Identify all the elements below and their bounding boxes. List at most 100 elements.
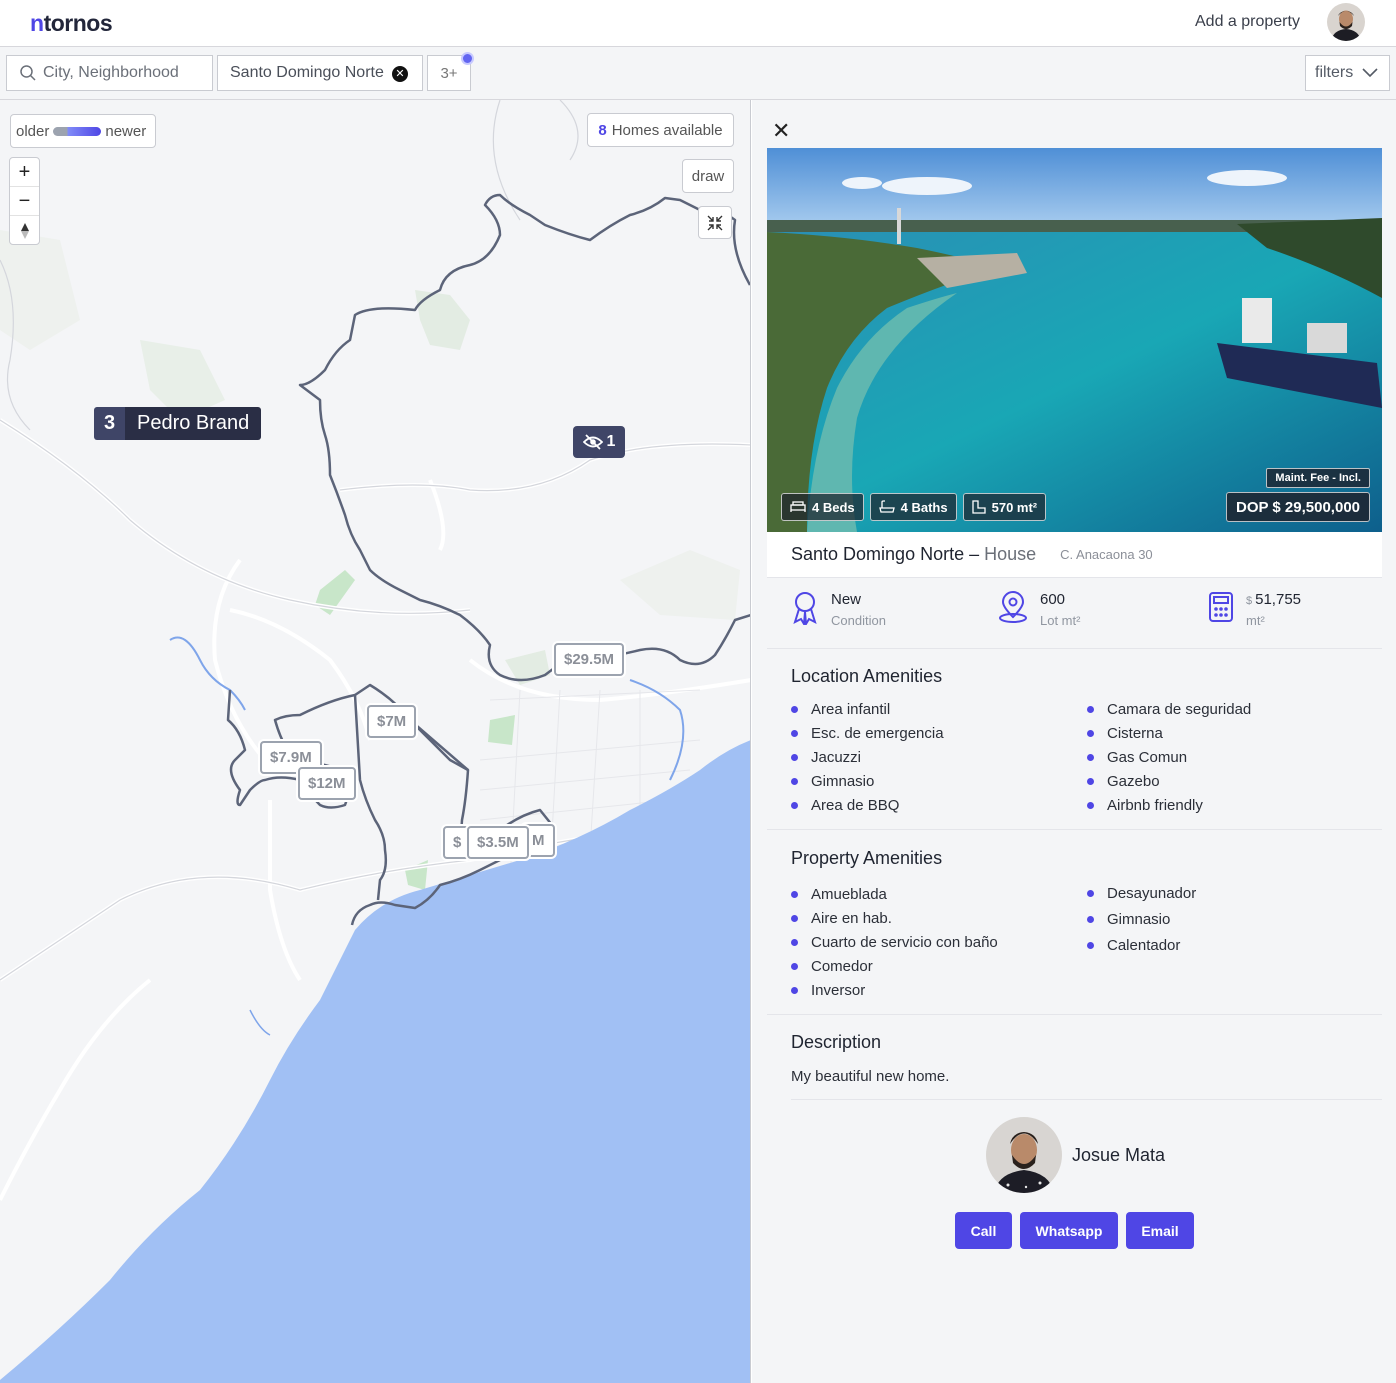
list-item: Airbnb friendly bbox=[1087, 793, 1251, 817]
region-count: 3 bbox=[94, 407, 125, 440]
property-location: Santo Domingo Norte bbox=[791, 544, 965, 564]
calculator-icon bbox=[1209, 592, 1233, 622]
property-type: House bbox=[984, 544, 1037, 564]
homes-count: 8 bbox=[598, 121, 607, 139]
list-item: Area de BBQ bbox=[791, 793, 944, 817]
beds-badge: 4 Beds bbox=[781, 493, 864, 521]
ppm-currency: $ bbox=[1246, 595, 1253, 607]
list-item: Camara de seguridad bbox=[1087, 697, 1251, 721]
logo[interactable]: ntornos bbox=[30, 10, 113, 37]
property-stats: New Condition 600 Lot mt² $51,755 mt² bbox=[767, 579, 1382, 649]
list-item: Gimnasio bbox=[791, 769, 944, 793]
area-icon bbox=[971, 500, 986, 514]
list-item: Esc. de emergencia bbox=[791, 721, 944, 745]
close-panel-button[interactable]: ✕ bbox=[772, 118, 790, 144]
property-address: C. Anacaona 30 bbox=[1060, 547, 1153, 562]
area-badge: 570 mt² bbox=[962, 493, 1047, 521]
user-avatar[interactable] bbox=[1327, 3, 1365, 41]
collapse-icon bbox=[707, 215, 723, 230]
add-property-link[interactable]: Add a property bbox=[1195, 13, 1300, 31]
list-item: Cuarto de servicio con baño bbox=[791, 930, 998, 954]
list-item: Gimnasio bbox=[1087, 906, 1196, 932]
list-item: Desayunador bbox=[1087, 880, 1196, 906]
draw-button[interactable]: draw bbox=[682, 159, 734, 193]
list-item: Gas Comun bbox=[1087, 745, 1251, 769]
list-item: Jacuzzi bbox=[791, 745, 944, 769]
compass-button[interactable] bbox=[10, 216, 39, 245]
award-icon bbox=[793, 592, 817, 625]
collapse-map-button[interactable] bbox=[698, 206, 732, 239]
search-bar: Santo Domingo Norte ✕ 3+ filters bbox=[0, 47, 1396, 100]
title-separator: – bbox=[969, 544, 980, 564]
toggle-older-label: older bbox=[16, 122, 50, 140]
toggle-newer-label: newer bbox=[105, 122, 147, 140]
price-pin[interactable]: $12M bbox=[298, 767, 356, 800]
price-per-meter-stat: $51,755 mt² bbox=[1208, 591, 1301, 628]
list-item: Amueblada bbox=[791, 882, 998, 906]
list-item: Area infantil bbox=[791, 697, 944, 721]
time-toggle[interactable]: older newer bbox=[10, 114, 156, 148]
zoom-out-button[interactable]: − bbox=[10, 187, 39, 216]
search-box[interactable] bbox=[6, 55, 213, 91]
location-amenities-list-right: Camara de seguridad Cisterna Gas Comun G… bbox=[1087, 697, 1251, 817]
plus-icon: + bbox=[18, 160, 31, 183]
zoom-in-button[interactable]: + bbox=[10, 158, 39, 187]
eye-off-icon bbox=[582, 434, 603, 450]
search-input[interactable] bbox=[43, 64, 203, 82]
bath-icon bbox=[878, 500, 895, 513]
description-text: My beautiful new home. bbox=[791, 1068, 950, 1085]
property-features-badges: 4 Beds 4 Baths 570 mt² bbox=[781, 493, 1047, 521]
list-item: Gazebo bbox=[1087, 769, 1251, 793]
price-pin[interactable]: $29.5M bbox=[554, 643, 625, 676]
map-canvas[interactable] bbox=[0, 100, 751, 1383]
location-amenities-title: Location Amenities bbox=[791, 666, 943, 686]
whatsapp-button[interactable]: Whatsapp bbox=[1020, 1212, 1118, 1249]
list-item: Aire en hab. bbox=[791, 906, 998, 930]
condition-stat: New Condition bbox=[791, 591, 886, 628]
property-amenities-section: Property Amenities Amueblada Aire en hab… bbox=[767, 830, 1382, 1015]
map-pin-icon bbox=[999, 591, 1027, 623]
ppm-value: 51,755 bbox=[1255, 591, 1302, 608]
property-amenities-list-right: Desayunador Gimnasio Calentador bbox=[1087, 880, 1196, 958]
baths-badge: 4 Baths bbox=[869, 493, 957, 521]
location-chip-label: Santo Domingo Norte bbox=[230, 64, 384, 81]
minus-icon: − bbox=[18, 189, 31, 212]
location-chip[interactable]: Santo Domingo Norte ✕ bbox=[217, 55, 423, 91]
call-button[interactable]: Call bbox=[955, 1212, 1012, 1249]
list-item: Comedor bbox=[791, 954, 998, 978]
close-icon: ✕ bbox=[772, 118, 791, 143]
close-icon[interactable]: ✕ bbox=[392, 66, 408, 82]
time-slider[interactable] bbox=[53, 126, 102, 136]
list-item: Inversor bbox=[791, 978, 998, 1002]
chevron-down-icon bbox=[1362, 68, 1378, 78]
maintenance-fee-badge: Maint. Fee - Incl. bbox=[1266, 468, 1370, 488]
region-name: Pedro Brand bbox=[125, 407, 262, 440]
map-view[interactable]: older newer 8 Homes available + − draw 3… bbox=[0, 100, 751, 1383]
property-photo[interactable]: 4 Beds 4 Baths 570 mt² Maint. Fee - Incl… bbox=[767, 148, 1382, 532]
notification-dot bbox=[461, 52, 474, 65]
region-cluster-label[interactable]: 3 Pedro Brand bbox=[94, 407, 262, 440]
top-bar: ntornos Add a property bbox=[0, 0, 1396, 47]
email-button[interactable]: Email bbox=[1126, 1212, 1194, 1249]
homes-label: Homes available bbox=[611, 121, 723, 139]
list-item: Cisterna bbox=[1087, 721, 1251, 745]
property-amenities-title: Property Amenities bbox=[791, 848, 943, 868]
price-pin[interactable]: $3.5M bbox=[467, 826, 529, 859]
location-amenities-list-left: Area infantil Esc. de emergencia Jacuzzi… bbox=[791, 697, 944, 817]
bed-icon bbox=[790, 501, 806, 512]
property-amenities-list-left: Amueblada Aire en hab. Cuarto de servici… bbox=[791, 882, 998, 1002]
description-title: Description bbox=[791, 1032, 882, 1052]
location-amenities-section: Location Amenities Area infantil Esc. de… bbox=[767, 649, 1382, 830]
hidden-listings-badge[interactable]: 1 bbox=[573, 426, 625, 458]
description-section: Description My beautiful new home. bbox=[791, 1015, 1382, 1100]
property-title-row: Santo Domingo Norte – House C. Anacaona … bbox=[767, 532, 1382, 578]
price-pin[interactable]: $7M bbox=[367, 705, 417, 738]
filters-button[interactable]: filters bbox=[1305, 55, 1390, 91]
agent-name: Josue Mata bbox=[1072, 1145, 1166, 1165]
agent-avatar bbox=[986, 1117, 1062, 1193]
property-detail-panel: ✕ 4 Beds 4 Baths 570 mt² Maint. Fee - In… bbox=[752, 100, 1396, 1383]
list-item: Calentador bbox=[1087, 932, 1196, 958]
lot-size-stat: 600 Lot mt² bbox=[998, 591, 1080, 628]
price-badge: DOP $ 29,500,000 bbox=[1226, 492, 1370, 522]
search-icon bbox=[20, 65, 36, 81]
